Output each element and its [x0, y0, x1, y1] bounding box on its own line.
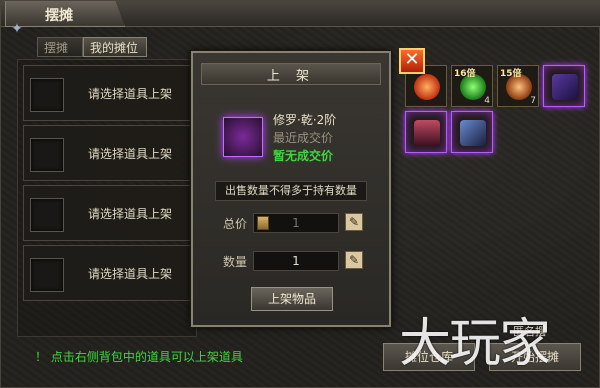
- stall-window: 摆摊 ✦ 摆摊 我的摊位 请选择道具上架 请选择道具上架 请选择道具上架 请选择…: [0, 0, 600, 388]
- item-name: 修罗·乾·2阶: [273, 113, 337, 127]
- bag-item-multiplier: 15倍: [500, 69, 522, 79]
- list-item-label: 请选择道具上架: [88, 267, 173, 281]
- window-title: 摆摊: [45, 8, 73, 24]
- list-item[interactable]: 请选择道具上架: [23, 125, 198, 181]
- list-item-button[interactable]: 上架物品: [251, 287, 333, 311]
- list-item-label: 请选择道具上架: [88, 147, 173, 161]
- list-item-label: 请选择道具上架: [88, 207, 173, 221]
- edit-icon[interactable]: ✎: [345, 251, 363, 269]
- list-item-label: 请选择道具上架: [88, 87, 173, 101]
- bag-item[interactable]: 15倍 7: [497, 65, 539, 107]
- recent-price-label: 最近成交价: [273, 131, 334, 145]
- coin-icon: [257, 216, 269, 230]
- item-slot[interactable]: [30, 258, 64, 292]
- bag-item[interactable]: [405, 111, 447, 153]
- total-price-label: 总价: [223, 217, 248, 231]
- fire-orb-icon: [414, 74, 440, 100]
- list-item[interactable]: 请选择道具上架: [23, 65, 198, 121]
- purple-sword-icon: [460, 120, 486, 146]
- tab-my-stall[interactable]: 我的摊位: [83, 37, 147, 57]
- bag-item-count: 7: [530, 96, 536, 106]
- watermark: 大玩家: [399, 314, 551, 374]
- bag-item[interactable]: 16倍 4: [451, 65, 493, 107]
- quantity-warning: 出售数量不得多于持有数量: [215, 181, 367, 201]
- edit-icon[interactable]: ✎: [345, 213, 363, 231]
- dialog-title: 上 架: [266, 69, 316, 84]
- bag-item[interactable]: [543, 65, 585, 107]
- tab-stall[interactable]: 摆摊: [37, 37, 83, 57]
- gear-icon[interactable]: ✦: [9, 21, 25, 37]
- bag-item[interactable]: [451, 111, 493, 153]
- item-slot[interactable]: [30, 78, 64, 112]
- close-icon[interactable]: ✕: [399, 48, 425, 74]
- bag-item-count: 4: [484, 96, 490, 106]
- purple-gear-icon: [552, 74, 578, 100]
- quantity-field[interactable]: 1: [253, 251, 339, 271]
- item-slot[interactable]: [30, 198, 64, 232]
- list-item[interactable]: 请选择道具上架: [23, 185, 198, 241]
- hint-text: ！ 点击右侧背包中的道具可以上架道具: [35, 350, 243, 364]
- item-slot[interactable]: [30, 138, 64, 172]
- quantity-label: 数量: [223, 255, 248, 269]
- item-helm-icon: [223, 117, 263, 157]
- purple-helm-icon: [414, 120, 440, 146]
- list-item[interactable]: 请选择道具上架: [23, 245, 198, 301]
- list-item-dialog: 上 架 修罗·乾·2阶 最近成交价 暂无成交价 出售数量不得多于持有数量 总价 …: [191, 51, 391, 327]
- bag-item-multiplier: 16倍: [454, 69, 476, 79]
- no-price-label: 暂无成交价: [273, 149, 334, 163]
